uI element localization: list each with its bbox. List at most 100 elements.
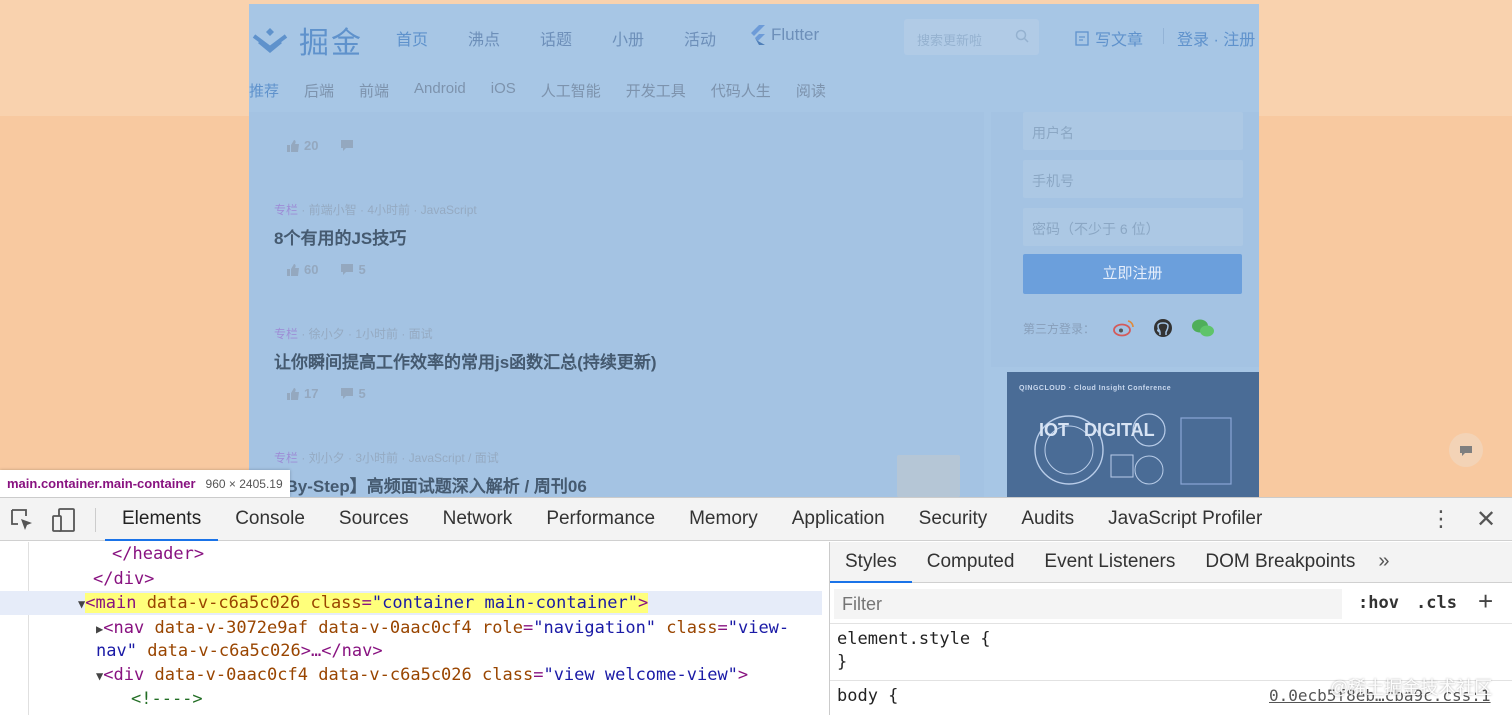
category-recommend[interactable]: 推荐 xyxy=(249,80,279,101)
nav-home[interactable]: 首页 xyxy=(396,26,468,50)
chat-bubble-icon xyxy=(1460,446,1472,456)
login-register-link[interactable]: 登录 · 注册 xyxy=(1177,26,1255,50)
dom-line-nav[interactable]: ▶<nav data-v-3072e9af data-v-0aac0cf4 ro… xyxy=(96,616,789,640)
category-backend[interactable]: 后端 xyxy=(304,80,334,101)
like-button[interactable]: 17 xyxy=(286,386,318,401)
dom-line-div-close[interactable]: </div> xyxy=(93,567,154,591)
dom-line-nav-cont[interactable]: nav" data-v-c6a5c026>…</nav> xyxy=(96,639,383,663)
tab-elements[interactable]: Elements xyxy=(105,498,219,541)
tag-name: main xyxy=(95,593,137,613)
like-button[interactable]: 60 xyxy=(286,262,318,277)
attr-value: "view welcome-view" xyxy=(543,665,738,685)
nav-pins[interactable]: 沸点 xyxy=(468,26,540,50)
nav-flutter[interactable]: Flutter xyxy=(749,25,819,45)
new-rule-icon[interactable]: + xyxy=(1478,586,1493,617)
phone-field[interactable]: 手机号 xyxy=(1023,160,1243,198)
more-options-icon[interactable]: ⋮ xyxy=(1430,508,1452,530)
category-reading[interactable]: 阅读 xyxy=(796,80,826,101)
search-placeholder: 搜索更新啦 xyxy=(917,33,983,48)
tab-audits[interactable]: Audits xyxy=(1004,498,1091,541)
tab-performance[interactable]: Performance xyxy=(529,498,672,541)
article-meta-text: · 徐小夕 · 1小时前 · 面试 xyxy=(298,327,433,341)
third-party-label: 第三方登录： xyxy=(1023,321,1096,336)
dom-line-main[interactable]: ▼<main data-v-c6a5c026 class="container … xyxy=(78,591,649,615)
article-thumbnail[interactable] xyxy=(897,455,960,497)
chat-button[interactable] xyxy=(1449,433,1483,467)
element-style-rule-open[interactable]: element.style { xyxy=(837,629,991,649)
tab-computed[interactable]: Computed xyxy=(912,542,1030,583)
like-button[interactable]: 20 xyxy=(286,138,318,153)
tooltip-dimensions: 960 × 2405.19 xyxy=(205,476,283,491)
search-input[interactable]: 搜索更新啦 xyxy=(904,19,1039,55)
write-article-label: 写文章 xyxy=(1095,32,1144,49)
github-icon[interactable] xyxy=(1153,318,1173,338)
class-toggle[interactable]: .cls xyxy=(1416,593,1457,613)
nav-events[interactable]: 活动 xyxy=(684,26,756,50)
expand-arrow-icon[interactable]: ▼ xyxy=(96,669,103,683)
category-code-life[interactable]: 代码人生 xyxy=(711,80,771,101)
comment-button[interactable]: 5 xyxy=(340,262,366,277)
dom-line-header-close[interactable]: </header> xyxy=(112,542,204,566)
sidebar-ad-banner[interactable]: QINGCLOUD · Cloud Insight Conference IOT… xyxy=(1007,372,1259,497)
collapse-arrow-icon[interactable]: ▶ xyxy=(96,622,103,636)
tab-sources[interactable]: Sources xyxy=(322,498,426,541)
comment-button[interactable] xyxy=(340,138,354,153)
device-toggle-icon[interactable] xyxy=(51,507,77,533)
tab-dom-breakpoints[interactable]: DOM Breakpoints xyxy=(1190,542,1370,583)
comment-icon xyxy=(341,388,354,399)
styles-filter-input[interactable] xyxy=(834,589,1342,619)
category-ai[interactable]: 人工智能 xyxy=(541,80,601,101)
nav-books[interactable]: 小册 xyxy=(612,26,684,50)
hover-state-toggle[interactable]: :hov xyxy=(1358,593,1399,613)
comment-button[interactable]: 5 xyxy=(340,386,366,401)
signup-panel: 用户名 手机号 密码（不少于 6 位） 立即注册 第三方登录： xyxy=(991,112,1259,367)
article-title[interactable]: 8个有用的JS技巧 xyxy=(274,224,406,249)
tab-console[interactable]: Console xyxy=(218,498,322,541)
category-devtools[interactable]: 开发工具 xyxy=(626,80,686,101)
dom-text: </div> xyxy=(93,569,155,589)
tab-network[interactable]: Network xyxy=(426,498,530,541)
search-icon[interactable] xyxy=(1015,29,1029,43)
dom-line-comment[interactable]: <!----> xyxy=(131,687,203,711)
attr-name: data-v-c6a5c026 xyxy=(147,641,301,661)
register-button[interactable]: 立即注册 xyxy=(1023,254,1242,294)
tab-event-listeners[interactable]: Event Listeners xyxy=(1029,542,1190,583)
category-ios[interactable]: iOS xyxy=(491,80,516,101)
attr-name: role xyxy=(482,618,523,638)
inspect-element-icon[interactable] xyxy=(9,507,35,533)
tab-memory[interactable]: Memory xyxy=(672,498,775,541)
main-nav: 首页 沸点 话题 小册 活动 xyxy=(396,26,756,50)
article-meta-text: · 前端小智 · 4小时前 · JavaScript xyxy=(298,203,477,217)
category-frontend[interactable]: 前端 xyxy=(359,80,389,101)
inspect-tooltip: main.container.main-container 960 × 2405… xyxy=(0,470,290,497)
write-article-button[interactable]: 写文章 xyxy=(1075,26,1143,50)
tag-name: div xyxy=(113,665,145,685)
tab-security[interactable]: Security xyxy=(902,498,1005,541)
attr-value: nav" xyxy=(96,641,137,661)
body-rule-selector[interactable]: body { xyxy=(837,686,898,706)
weibo-icon[interactable] xyxy=(1113,319,1135,337)
tab-application[interactable]: Application xyxy=(775,498,902,541)
password-field[interactable]: 密码（不少于 6 位） xyxy=(1023,208,1243,246)
like-count: 17 xyxy=(304,386,319,401)
comment-count: 5 xyxy=(358,386,366,401)
site-logo[interactable]: 掘金 xyxy=(251,18,363,62)
attr-name: data-v-0aac0cf4 xyxy=(318,618,472,638)
wechat-icon[interactable] xyxy=(1191,318,1215,338)
more-tabs-icon[interactable]: » xyxy=(1370,542,1399,582)
article-meta: 专栏 · 徐小夕 · 1小时前 · 面试 xyxy=(274,325,433,342)
article-title[interactable]: 让你瞬间提高工作效率的常用js函数汇总(持续更新) xyxy=(274,348,657,373)
comment-icon xyxy=(341,264,354,275)
close-icon[interactable]: ✕ xyxy=(1476,505,1496,534)
category-android[interactable]: Android xyxy=(414,80,466,101)
nav-topics[interactable]: 话题 xyxy=(540,26,612,50)
article-title[interactable]: ep-By-Step】高频面试题深入解析 / 周刊06 xyxy=(260,472,587,497)
site-header: 掘金 首页 沸点 话题 小册 活动 Flutter 搜索更新啦 写文章 登录 ·… xyxy=(249,4,1259,66)
attr-name: class xyxy=(482,665,534,685)
devtools-toolbar: Elements Console Sources Network Perform… xyxy=(0,498,1512,541)
tab-javascript-profiler[interactable]: JavaScript Profiler xyxy=(1091,498,1279,541)
dom-line-welcome-div[interactable]: ▼<div data-v-0aac0cf4 data-v-c6a5c026 cl… xyxy=(96,663,748,687)
third-party-login: 第三方登录： xyxy=(1023,318,1215,338)
tab-styles[interactable]: Styles xyxy=(830,542,912,583)
username-field[interactable]: 用户名 xyxy=(1023,112,1243,150)
